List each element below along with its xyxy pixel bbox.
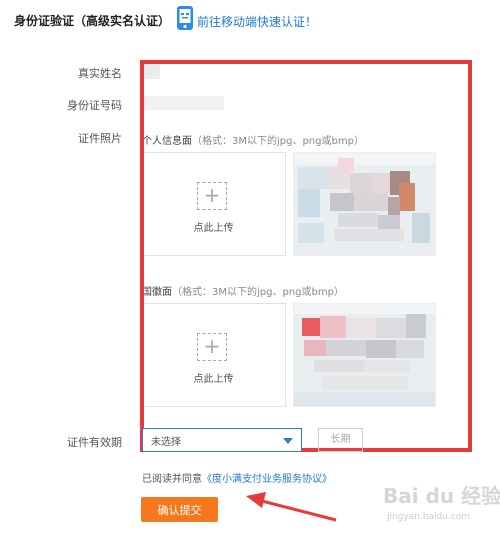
mobile-auth-link[interactable]: 前往移动端快速认证！ xyxy=(197,13,317,30)
chevron-down-icon xyxy=(283,438,293,444)
id-number-label: 身份证号码 xyxy=(67,99,122,112)
page-title: 身份证验证（高级实名认证） xyxy=(14,14,171,28)
watermark-logo: Bai du 经验 xyxy=(383,484,500,508)
validity-label: 证件有效期 xyxy=(67,436,122,449)
highlight-frame xyxy=(140,60,472,452)
watermark-url: jingyan.baidu.com xyxy=(387,512,471,522)
annotation-arrow-icon xyxy=(246,492,337,522)
longterm-button[interactable]: 长期 xyxy=(318,428,363,452)
agreement-text: 已阅读并同意《度小满支付业务服务协议》 xyxy=(142,470,332,485)
agreement-link[interactable]: 《度小满支付业务服务协议》 xyxy=(202,474,332,485)
watermark: Bai du 经验 jingyan.baidu.com xyxy=(383,480,500,530)
validity-selected-value: 未选择 xyxy=(151,437,181,448)
photo-label: 证件照片 xyxy=(78,132,122,145)
real-name-label: 真实姓名 xyxy=(78,67,122,80)
submit-button[interactable]: 确认提交 xyxy=(141,497,218,522)
validity-select[interactable]: 未选择 xyxy=(142,428,302,452)
phone-icon[interactable] xyxy=(175,5,195,31)
agreement-prefix: 已阅读并同意 xyxy=(142,474,202,485)
